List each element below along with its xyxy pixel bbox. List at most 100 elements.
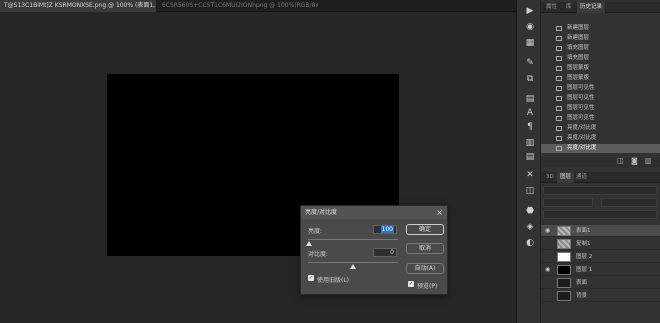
layer-name: 表面1 (576, 228, 591, 234)
play-icon[interactable]: ▶ (525, 6, 535, 16)
snapshot-icon[interactable]: ◫ (617, 157, 624, 165)
history-item[interactable]: 填充图层 (541, 54, 660, 63)
history-item[interactable]: 填充图层 (541, 44, 660, 53)
styles-icon[interactable]: ▥ (525, 138, 535, 148)
channels-icon[interactable]: ◐ (525, 238, 535, 248)
document-tab-active[interactable]: T@S13C1BiMt]Z KSRMONXSE.png @ 100% (表面1,… (0, 0, 156, 12)
brightness-label: 亮度: (308, 228, 323, 235)
auto-button[interactable]: 自动(A) (406, 263, 444, 274)
history-item[interactable]: 图层蒙版 (541, 64, 660, 73)
layer-row[interactable]: ◉ 表面1 (541, 225, 660, 237)
tools-icon[interactable]: ✕ (525, 170, 535, 180)
contrast-input[interactable]: 0 (373, 248, 397, 257)
color-wheel-icon[interactable]: ◉ (525, 22, 535, 32)
history-footer: ◫ ◙ ▥ (541, 157, 660, 167)
layer-row[interactable]: 图层 2 (541, 251, 660, 263)
history-state-icon (556, 66, 562, 71)
camera-icon[interactable]: ◙ (631, 157, 638, 165)
brightness-value: 100 (380, 226, 394, 233)
history-item-label: 亮度/对比度 (567, 125, 597, 131)
ok-button[interactable]: 确定 (406, 224, 444, 235)
layer-name: 表面 (576, 280, 588, 286)
3d-icon[interactable]: ⬣ (525, 206, 535, 216)
history-state-icon (556, 116, 562, 121)
brightness-slider-handle[interactable] (306, 241, 312, 246)
history-item[interactable]: 新建图层 (541, 34, 660, 43)
history-state-icon (556, 46, 562, 51)
layer-thumbnail (557, 252, 571, 262)
opacity-field[interactable] (601, 198, 657, 207)
brightness-contrast-dialog: 亮度/对比度 × 亮度: 100 对比度: 0 ✓ 使用旧版(L) 确定 取消 … (300, 205, 448, 295)
history-item[interactable]: 新建图层 (541, 24, 660, 33)
tab-channels[interactable]: 通道 (573, 172, 590, 183)
history-item[interactable]: 亮度/对比度 (541, 134, 660, 143)
history-state-icon (556, 96, 562, 101)
tab-layers[interactable]: 图层 (557, 172, 575, 183)
history-item[interactable]: 图层可见性 (541, 104, 660, 113)
layer-thumbnail (557, 226, 571, 236)
type-icon[interactable]: A (525, 108, 535, 118)
eye-icon[interactable]: ◉ (545, 225, 550, 237)
layer-row[interactable]: ◉ 图层 1 (541, 264, 660, 276)
history-item-label: 图层可见性 (567, 95, 595, 101)
contrast-slider-track[interactable] (308, 262, 398, 263)
cancel-button[interactable]: 取消 (406, 243, 444, 254)
photoshop-window: T@S13C1BiMt]Z KSRMONXSE.png @ 100% (表面1,… (0, 0, 660, 323)
blend-mode-select[interactable] (543, 198, 593, 207)
eye-icon[interactable]: ◉ (545, 264, 550, 276)
history-item[interactable]: 亮度/对比度 (541, 144, 660, 153)
layer-name: 图层 1 (576, 267, 593, 273)
tab-properties[interactable]: 属性 (543, 2, 560, 13)
swatches-icon[interactable]: ▦ (525, 38, 535, 48)
paragraph-icon[interactable]: ¶ (525, 122, 535, 132)
preview-label[interactable]: 预览(P) (417, 281, 437, 290)
trash-icon[interactable]: ▥ (645, 157, 652, 165)
legacy-checkbox[interactable]: ✓ (308, 275, 314, 281)
document-tab-bar: T@S13C1BiMt]Z KSRMONXSE.png @ 100% (表面1,… (0, 0, 516, 12)
layer-thumbnail (557, 239, 571, 249)
history-item-label: 图层可见性 (567, 85, 595, 91)
layer-name: 背景 (576, 293, 588, 299)
history-item-label: 图层蒙版 (567, 75, 590, 81)
layer-row[interactable]: 背景 (541, 290, 660, 302)
history-item-label: 新建图层 (567, 35, 590, 41)
contrast-slider-handle[interactable] (350, 264, 356, 269)
layer-filter-bar[interactable] (543, 186, 657, 195)
history-state-icon (556, 56, 562, 61)
history-item[interactable]: 图层可见性 (541, 114, 660, 123)
dialog-title: 亮度/对比度 (301, 206, 447, 219)
layer-row[interactable]: 复制1 (541, 238, 660, 250)
brush-icon[interactable]: ✎ (525, 58, 535, 68)
tab-history[interactable]: 历史记录 (577, 2, 606, 13)
brightness-input[interactable]: 100 (373, 225, 397, 234)
contrast-label: 对比度: (308, 251, 329, 258)
history-state-icon (556, 26, 562, 31)
layer-row[interactable]: 表面 (541, 277, 660, 289)
clone-source-icon[interactable]: ⧉ (525, 74, 535, 84)
history-item[interactable]: 图层蒙版 (541, 74, 660, 83)
layer-thumbnail (557, 265, 571, 275)
close-icon[interactable]: × (436, 206, 443, 219)
layer-thumbnail (557, 278, 571, 288)
tab-libraries[interactable]: 库 (563, 2, 575, 13)
notes-icon[interactable]: ▤ (525, 152, 535, 162)
history-item-label: 图层蒙版 (567, 65, 590, 71)
history-item[interactable]: 图层可见性 (541, 84, 660, 93)
history-item[interactable]: 图层可见性 (541, 94, 660, 103)
legacy-label[interactable]: 使用旧版(L) (317, 275, 349, 284)
history-icon[interactable]: ▤ (525, 94, 535, 104)
history-item-label: 图层可见性 (567, 115, 595, 121)
glyphs-icon[interactable]: ◫ (525, 186, 535, 196)
history-item-label: 图层可见性 (567, 105, 595, 111)
tab-3d[interactable]: 3D (543, 172, 557, 183)
brightness-slider-track[interactable] (308, 239, 398, 240)
history-state-icon (556, 76, 562, 81)
history-state-icon (556, 86, 562, 91)
history-item-label: 亮度/对比度 (567, 145, 597, 151)
history-item[interactable]: 亮度/对比度 (541, 124, 660, 133)
right-panel: 属性 库 历史记录 新建图层 新建图层 填充图层 填充图层 图层蒙版 图层蒙版 图层可见性图… (540, 0, 660, 323)
layers-icon[interactable]: ◈ (525, 222, 535, 232)
lock-row[interactable] (543, 210, 657, 219)
document-tab-inactive[interactable]: 6CSR560S+CCST1C6MUI2IONhpng @ 100%(RGB/8… (158, 0, 318, 12)
preview-checkbox[interactable]: ✓ (408, 281, 414, 287)
